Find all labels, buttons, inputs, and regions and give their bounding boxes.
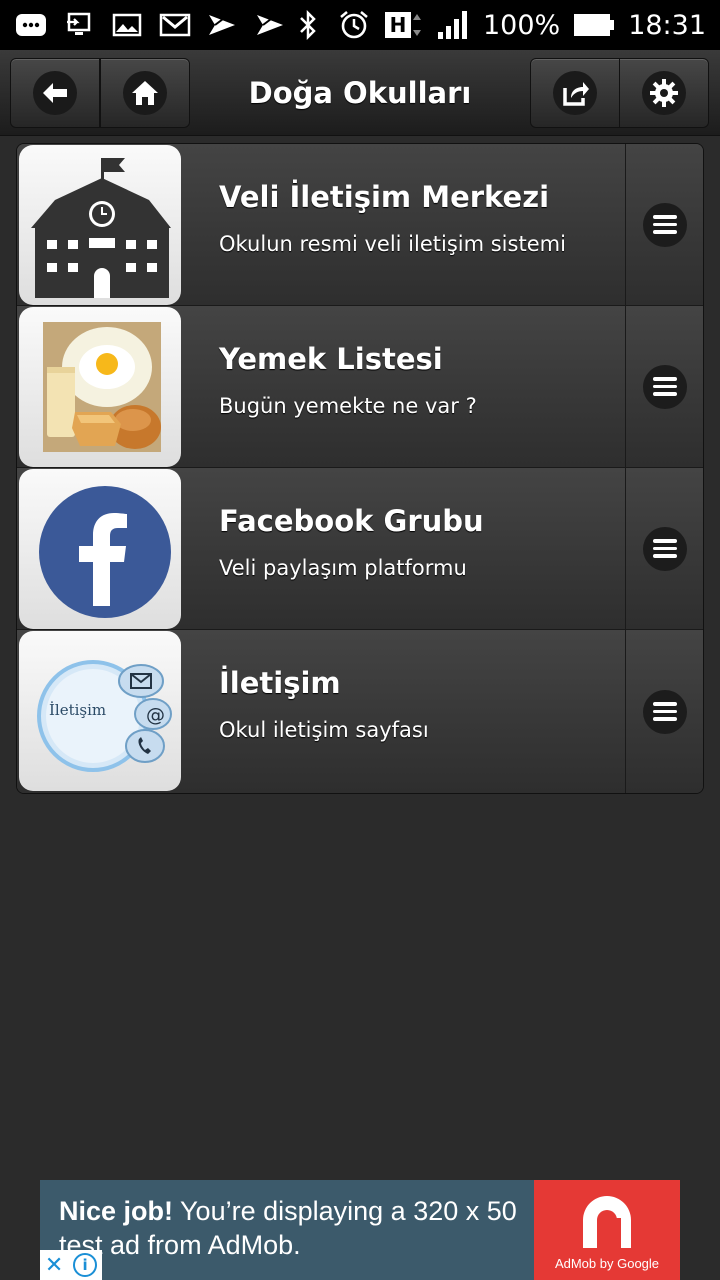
info-icon[interactable]: i (73, 1253, 98, 1277)
back-button[interactable] (10, 58, 100, 128)
list-item-title: Facebook Grubu (219, 504, 484, 538)
play-store-icon (206, 11, 240, 39)
list-item-yemek-listesi[interactable]: Yemek Listesi Bugün yemekte ne var ? (17, 306, 703, 468)
screen-cast-icon (62, 11, 96, 39)
list-item-veli-iletisim[interactable]: Veli İletişim Merkezi Okulun resmi veli … (17, 144, 703, 306)
messages-notification-icon (14, 11, 48, 39)
list-item-title: İletişim (219, 666, 341, 700)
share-button[interactable] (530, 58, 620, 128)
admob-logo-label: AdMob by Google (554, 1256, 660, 1271)
network-type-label: H (384, 12, 411, 38)
svg-text:@: @ (146, 704, 165, 726)
share-icon (553, 71, 597, 115)
contact-icon: @ İletişim (19, 631, 181, 791)
settings-button[interactable] (619, 58, 709, 128)
home-icon (123, 71, 167, 115)
ad-choices-button[interactable]: ✕ i (40, 1250, 102, 1280)
admob-logo: AdMob by Google (534, 1180, 680, 1280)
row-menu-button[interactable] (625, 468, 703, 629)
clock: 18:31 (628, 9, 706, 41)
app-header: Doğa Okulları (0, 50, 720, 136)
list-item-title: Veli İletişim Merkezi (219, 180, 550, 214)
list-item-title: Yemek Listesi (219, 342, 443, 376)
hamburger-menu-icon (642, 689, 687, 734)
contact-icon-text: İletişim (49, 701, 107, 719)
back-arrow-icon (33, 71, 77, 115)
breakfast-food-icon (19, 307, 181, 467)
gmail-icon (158, 11, 192, 39)
row-menu-button[interactable] (625, 144, 703, 305)
image-icon (110, 11, 144, 39)
admob-logo-icon (583, 1196, 631, 1248)
facebook-icon (19, 469, 181, 629)
ad-bold-text: Nice job! (59, 1196, 174, 1226)
battery-icon (572, 11, 616, 39)
row-menu-button[interactable] (625, 306, 703, 467)
list-item-subtitle: Bugün yemekte ne var ? (219, 394, 477, 418)
school-building-icon (19, 145, 181, 305)
list-item-facebook-grubu[interactable]: Facebook Grubu Veli paylaşım platformu (17, 468, 703, 630)
hamburger-menu-icon (642, 364, 687, 409)
ad-text: Nice job! You’re displaying a 320 x 50 t… (40, 1180, 534, 1280)
list-item-subtitle: Okul iletişim sayfası (219, 718, 429, 742)
home-button[interactable] (100, 58, 190, 128)
alarm-icon (337, 11, 371, 39)
hamburger-menu-icon (642, 202, 687, 247)
gear-icon (642, 71, 686, 115)
status-bar: H 100% 18:31 (0, 0, 720, 50)
menu-list: Veli İletişim Merkezi Okulun resmi veli … (16, 143, 704, 794)
signal-icon (437, 11, 471, 39)
list-item-iletisim[interactable]: @ İletişim İletişim Okul iletişim sayfas… (17, 630, 703, 793)
hamburger-menu-icon (642, 526, 687, 571)
list-item-subtitle: Veli paylaşım platformu (219, 556, 467, 580)
network-type-icon: H (383, 11, 425, 39)
ad-banner[interactable]: Nice job! You’re displaying a 320 x 50 t… (40, 1180, 680, 1280)
bluetooth-icon (291, 10, 325, 40)
list-item-subtitle: Okulun resmi veli iletişim sistemi (219, 232, 566, 256)
battery-percent: 100% (482, 9, 561, 41)
play-store-icon-2 (254, 11, 288, 39)
page-title: Doğa Okulları (248, 76, 472, 110)
row-menu-button[interactable] (625, 630, 703, 793)
close-icon[interactable]: ✕ (45, 1253, 63, 1278)
